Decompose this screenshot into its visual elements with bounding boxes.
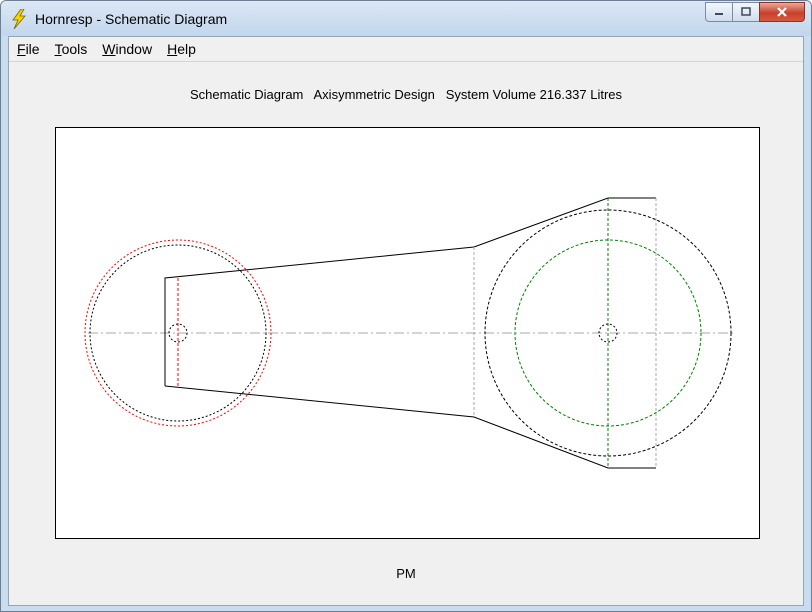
menu-help[interactable]: Help [159, 37, 203, 61]
close-button[interactable] [759, 2, 805, 22]
maximize-icon [741, 7, 751, 16]
horn-upper-wall [164, 197, 656, 386]
design-label: Axisymmetric Design [313, 87, 435, 102]
minimize-button[interactable] [705, 2, 732, 22]
diagram-label: Schematic Diagram [189, 87, 304, 102]
client-area: File Tools Window Help Schematic Diagram… [8, 36, 804, 606]
menu-file[interactable]: File [9, 37, 47, 61]
window-title: Hornresp - Schematic Diagram [35, 11, 228, 27]
minimize-icon [715, 13, 723, 15]
lightning-icon [10, 8, 28, 30]
volume-label: System Volume 216.337 Litres [445, 87, 623, 102]
app-window: Hornresp - Schematic Diagram File Tools … [0, 0, 812, 612]
diagram-header: Schematic Diagram Axisymmetric Design Sy… [9, 87, 803, 102]
schematic-drawing [84, 197, 733, 469]
maximize-button[interactable] [732, 2, 759, 22]
footer-label: PM [396, 566, 416, 581]
menu-tools[interactable]: Tools [47, 37, 95, 61]
close-icon [777, 7, 787, 17]
menu-help-mnemonic: H [167, 41, 178, 57]
menu-window[interactable]: Window [94, 37, 159, 61]
menu-bar: File Tools Window Help [9, 37, 803, 62]
menu-file-mnemonic: F [17, 41, 26, 57]
schematic-canvas [55, 127, 760, 539]
menu-window-mnemonic: W [102, 41, 116, 57]
window-controls [705, 2, 805, 23]
title-bar[interactable]: Hornresp - Schematic Diagram [1, 1, 811, 36]
horn-lower-wall [164, 385, 656, 469]
menu-tools-mnemonic: T [54, 41, 62, 57]
